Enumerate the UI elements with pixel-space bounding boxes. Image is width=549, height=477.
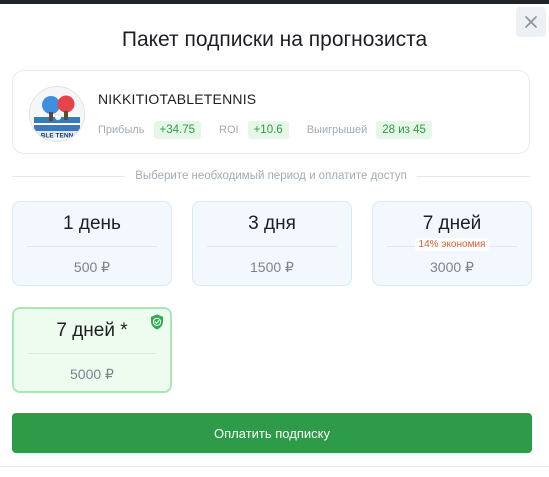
profit-value: +34.75	[153, 121, 202, 139]
plan-separator	[207, 246, 337, 247]
svg-text:BLE TENN: BLE TENN	[41, 133, 74, 140]
divider-line-right	[416, 175, 531, 177]
plan-price: 5000 ₽	[70, 366, 114, 382]
tipster-avatar[interactable]: BLE TENN	[29, 86, 85, 142]
wins-label: Выигрышей	[306, 124, 368, 136]
bottom-divider	[0, 466, 549, 467]
tipster-name[interactable]: NIKKITIOTABLETENNIS	[98, 91, 256, 107]
roi-value: +10.6	[247, 121, 289, 139]
period-divider: Выберите необходимый период и оплатите д…	[12, 170, 531, 182]
close-icon	[525, 16, 537, 28]
plan-7-days-special[interactable]: 7 дней * 5000 ₽	[12, 307, 172, 393]
discount-badge: 14% экономия	[414, 238, 490, 251]
plan-1-day[interactable]: 1 день 500 ₽	[12, 201, 172, 286]
plan-title: 1 день	[63, 213, 121, 234]
roi-label: ROI	[219, 124, 239, 136]
profit-label: Прибыль	[98, 124, 145, 136]
pay-subscription-button[interactable]: Оплатить подписку	[12, 413, 532, 453]
divider-line-left	[12, 175, 126, 177]
plan-price: 3000 ₽	[430, 259, 474, 275]
tipster-card: BLE TENN NIKKITIOTABLETENNIS Прибыль +34…	[12, 70, 530, 154]
plan-3-days[interactable]: 3 дня 1500 ₽	[192, 201, 352, 286]
period-hint: Выберите необходимый период и оплатите д…	[135, 170, 407, 182]
plan-title: 7 дней	[422, 213, 482, 234]
plan-title: 7 дней *	[56, 320, 128, 341]
tipster-stats: Прибыль +34.75 ROI +10.6 Выигрышей 28 из…	[98, 121, 450, 139]
plan-price: 1500 ₽	[250, 259, 294, 275]
top-dark-bar	[0, 0, 549, 4]
table-tennis-avatar-image: BLE TENN	[30, 87, 84, 141]
wins-value: 28 из 45	[376, 121, 432, 139]
plan-separator	[27, 246, 157, 247]
shield-check-icon	[151, 314, 163, 330]
plan-title: 3 дня	[248, 213, 296, 234]
modal-title: Пакет подписки на прогнозиста	[121, 28, 428, 51]
plan-price: 500 ₽	[73, 259, 111, 275]
plan-separator	[28, 353, 156, 354]
plan-7-days[interactable]: 7 дней 14% экономия 3000 ₽	[372, 201, 532, 286]
